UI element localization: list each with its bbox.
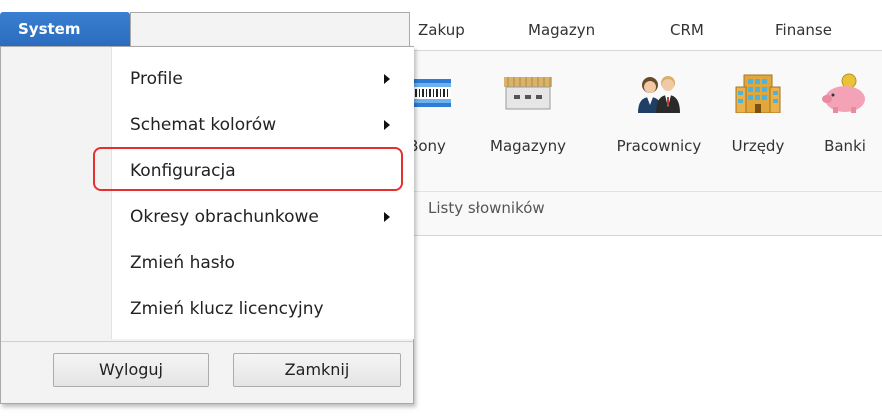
ribbon-button-pracownicy[interactable]: Pracownicy (600, 51, 718, 181)
highlight-annotation (93, 147, 403, 191)
system-menu-header (130, 12, 410, 46)
tab-system[interactable]: System (0, 12, 130, 46)
submenu-arrow-icon (384, 212, 390, 222)
menu-item-label: Zmień hasło (130, 253, 235, 273)
close-button[interactable]: Zamknij (233, 353, 401, 387)
menu-item-profile[interactable]: Profile (112, 57, 414, 101)
ribbon-button-label: Pracownicy (616, 137, 702, 155)
submenu-arrow-icon (384, 120, 390, 130)
tab-crm[interactable]: CRM (670, 21, 704, 39)
tab-magazyn[interactable]: Magazyn (528, 21, 595, 39)
logout-button[interactable]: Wyloguj (53, 353, 209, 387)
system-menu-list: Profile Schemat kolorów Konfiguracja Okr… (111, 47, 414, 339)
ribbon-button-urzedy[interactable]: Urzędy (726, 51, 790, 181)
ribbon-button-label: Magazyny (490, 137, 566, 155)
warehouse-icon (504, 77, 552, 110)
menu-item-color-scheme[interactable]: Schemat kolorów (112, 103, 414, 147)
ribbon-button-label: Banki (824, 137, 866, 155)
menu-footer-divider (1, 341, 413, 342)
tab-finanse[interactable]: Finanse (775, 21, 832, 39)
tab-zakup[interactable]: Zakup (418, 21, 465, 39)
system-menu: Profile Schemat kolorów Konfiguracja Okr… (0, 46, 414, 404)
menu-item-label: Schemat kolorów (130, 115, 277, 135)
menu-item-label: Zmień klucz licencyjny (130, 299, 324, 319)
app-window: Zakup Magazyn CRM Finanse Bony Magazyny … (0, 0, 882, 416)
menu-item-accounting-periods[interactable]: Okresy obrachunkowe (112, 195, 414, 239)
ribbon-panel: Bony Magazyny Pracownicy Urzędy Banki Li… (404, 50, 882, 236)
office-building-icon (735, 74, 781, 113)
ribbon-button-magazyny[interactable]: Magazyny (482, 51, 574, 181)
ribbon-group-divider (404, 191, 882, 192)
menu-item-label: Profile (130, 69, 183, 89)
menu-item-label: Okresy obrachunkowe (130, 207, 319, 227)
ribbon-button-banki[interactable]: Banki (812, 51, 878, 181)
piggy-bank-icon (822, 73, 865, 113)
ribbon-button-label: Urzędy (731, 137, 785, 155)
menu-item-change-license-key[interactable]: Zmień klucz licencyjny (112, 287, 414, 331)
ribbon-group-label: Listy słowników (428, 199, 545, 217)
menu-item-change-password[interactable]: Zmień hasło (112, 241, 414, 285)
submenu-arrow-icon (384, 74, 390, 84)
employees-icon (638, 76, 680, 113)
